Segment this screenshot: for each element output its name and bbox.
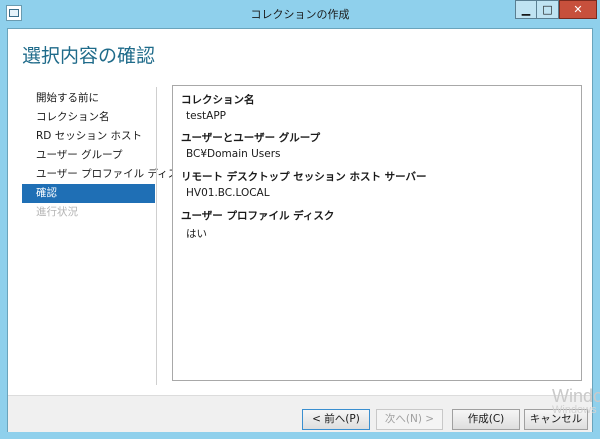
nav-item-collection-name[interactable]: コレクション名	[22, 108, 155, 127]
create-button[interactable]: 作成(C)	[452, 409, 520, 430]
maximize-button[interactable]: □	[537, 0, 559, 19]
summary-value: testAPP	[186, 110, 227, 122]
wizard-footer: < 前へ(P) 次へ(N) > 作成(C) キャンセル	[8, 395, 592, 432]
page-title: 選択内容の確認	[22, 45, 156, 67]
wizard-window: コレクションの作成 ▁ □ ✕ 選択内容の確認 開始する前に コレクション名 R…	[0, 0, 600, 439]
nav-item-before-you-begin[interactable]: 開始する前に	[22, 89, 155, 108]
wizard-client-area: 選択内容の確認 開始する前に コレクション名 RD セッション ホスト ユーザー…	[7, 28, 593, 432]
back-button[interactable]: < 前へ(P)	[302, 409, 370, 430]
maximize-icon: □	[542, 3, 553, 16]
wizard-steps-nav: 開始する前に コレクション名 RD セッション ホスト ユーザー グループ ユー…	[22, 89, 189, 222]
summary-section-session-host-servers: リモート デスクトップ セッション ホスト サーバー HV01.BC.LOCAL	[181, 169, 427, 199]
confirmation-summary-panel: コレクション名 testAPP ユーザーとユーザー グループ BC¥Domain…	[172, 85, 582, 381]
summary-heading: ユーザー プロファイル ディスク	[181, 210, 335, 222]
title-bar[interactable]: コレクションの作成 ▁ □ ✕	[0, 0, 600, 28]
nav-item-user-groups[interactable]: ユーザー グループ	[22, 146, 155, 165]
nav-item-rd-session-host[interactable]: RD セッション ホスト	[22, 127, 155, 146]
nav-item-user-profile-disks[interactable]: ユーザー プロファイル ディスク	[22, 165, 189, 184]
summary-value: はい	[186, 228, 207, 240]
summary-value: HV01.BC.LOCAL	[186, 187, 270, 199]
summary-heading: コレクション名	[181, 94, 255, 106]
summary-heading: リモート デスクトップ セッション ホスト サーバー	[181, 171, 427, 183]
next-button: 次へ(N) >	[376, 409, 443, 430]
close-button[interactable]: ✕	[559, 0, 597, 19]
summary-section-collection-name: コレクション名 testAPP	[181, 92, 255, 122]
window-title: コレクションの作成	[250, 8, 350, 21]
nav-item-progress: 進行状況	[36, 206, 78, 218]
nav-item-confirmation[interactable]: 確認	[22, 184, 155, 203]
cancel-button[interactable]: キャンセル	[524, 409, 588, 430]
summary-heading: ユーザーとユーザー グループ	[181, 132, 321, 144]
close-icon: ✕	[573, 3, 583, 16]
summary-section-user-profile-disks: ユーザー プロファイル ディスク はい	[181, 208, 334, 241]
summary-value: BC¥Domain Users	[186, 148, 281, 160]
summary-section-user-groups: ユーザーとユーザー グループ BC¥Domain Users	[181, 130, 320, 160]
nav-divider	[156, 87, 157, 385]
minimize-icon: ▁	[521, 3, 531, 16]
minimize-button[interactable]: ▁	[515, 0, 537, 19]
